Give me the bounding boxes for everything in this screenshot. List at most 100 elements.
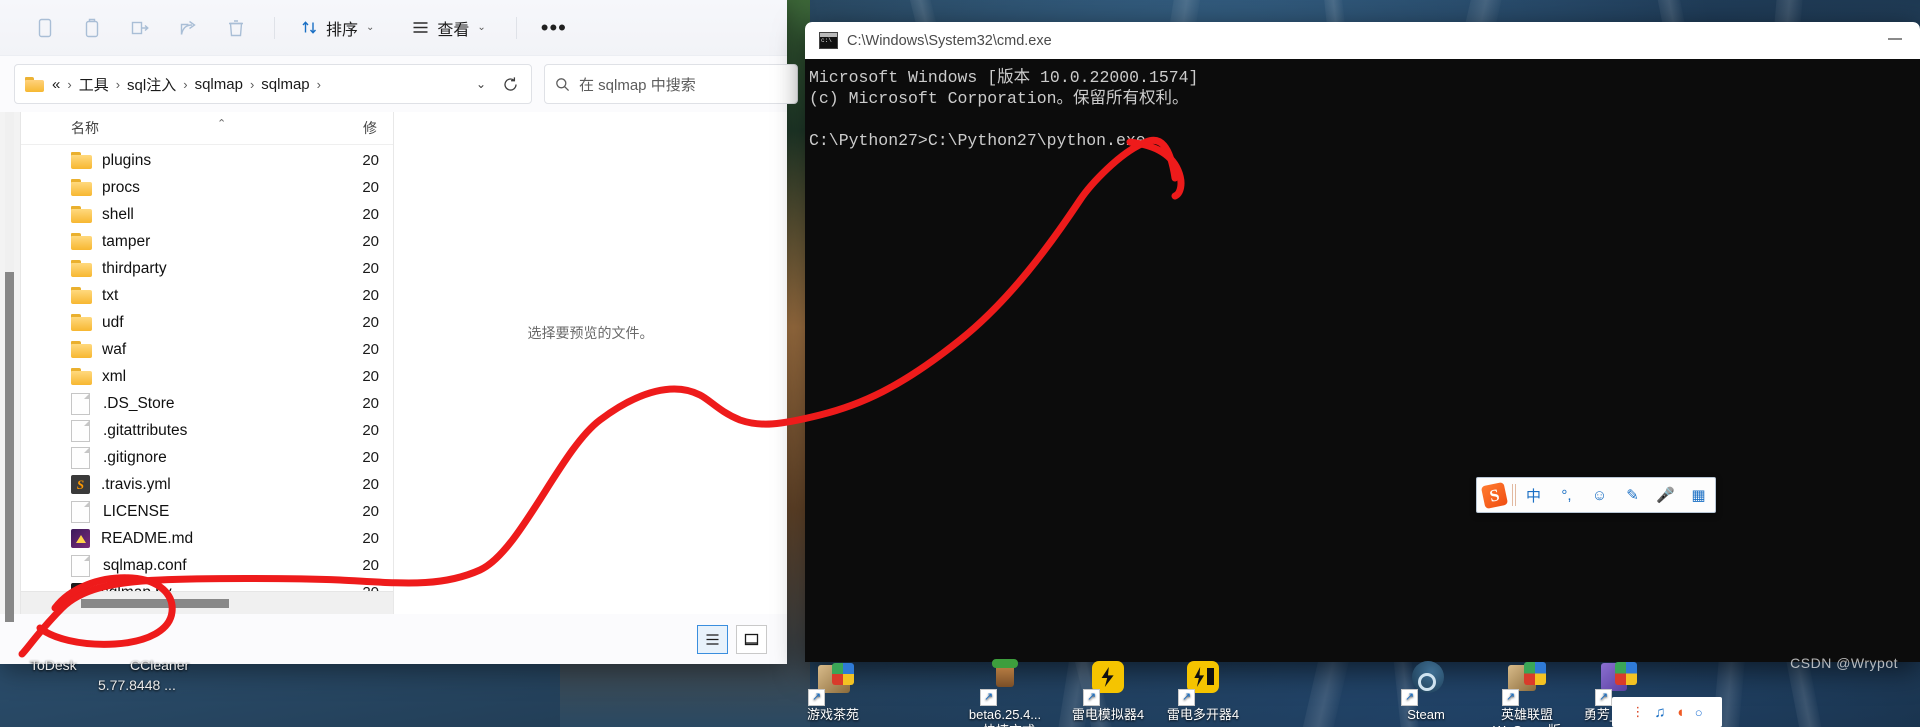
desktop-icon-beta[interactable]: ↗ beta6.25.4... - 快捷方式 [945, 659, 1065, 727]
refresh-icon[interactable] [496, 76, 525, 93]
file-list-header: 名称 ⌃ 修 [21, 112, 393, 145]
file-list-item[interactable]: JB sqlmap.py 20 [21, 579, 393, 591]
shortcut-arrow-icon: ↗ [1178, 689, 1195, 706]
desktop-icon-ldplayer[interactable]: ↗ 雷电模拟器4 [1060, 659, 1156, 723]
paste-icon[interactable] [70, 10, 114, 46]
file-list-item[interactable]: shell 20 [21, 201, 393, 228]
file-list-item[interactable]: sqlmap.conf 20 [21, 552, 393, 579]
file-name: sqlmap.conf [103, 556, 187, 574]
cmd-icon [819, 32, 838, 49]
file-list-item[interactable]: .DS_Store 20 [21, 390, 393, 417]
breadcrumb-separator: › [249, 76, 255, 92]
file-name: .travis.yml [101, 475, 171, 493]
chinese-mode-toggle[interactable]: 中 [1517, 485, 1550, 506]
file-modified-date: 20 [362, 584, 379, 591]
taskbar-tray-popup[interactable]: ⋮ ♫ ◖ ○ [1612, 697, 1722, 727]
tray-icon-4[interactable]: ○ [1695, 705, 1703, 720]
file-modified-date: 20 [362, 206, 379, 223]
file-icon [71, 419, 90, 442]
breadcrumb-item-2[interactable]: sqlmap [195, 76, 243, 93]
column-header-modified[interactable]: 修 [363, 118, 377, 138]
shortcut-arrow-icon: ↗ [1502, 689, 1519, 706]
file-list-item[interactable]: xml 20 [21, 363, 393, 390]
emoji-button[interactable]: ☺ [1583, 487, 1616, 504]
file-name: xml [102, 367, 127, 385]
scrollbar-thumb[interactable] [5, 272, 14, 622]
steam-icon: ↗ [1401, 659, 1449, 706]
desktop-icon-label: 游戏茶苑 [806, 707, 859, 722]
file-name: plugins [102, 151, 152, 169]
sort-button[interactable]: 排序 ⌄ [291, 10, 384, 46]
sogou-ime-toolbar[interactable]: S 中 °, ☺ ✎ 🎤 ▦ [1476, 477, 1716, 513]
rename-icon[interactable] [118, 10, 162, 46]
breadcrumb-item-3[interactable]: sqlmap [261, 76, 309, 93]
file-name: procs [102, 178, 140, 196]
file-icon [71, 500, 90, 523]
breadcrumb-item-0[interactable]: 工具 [79, 74, 109, 95]
cmd-console-output[interactable]: Microsoft Windows [版本 10.0.22000.1574] (… [805, 59, 1920, 662]
file-list-item[interactable]: plugins 20 [21, 147, 393, 174]
desktop-icon-steam[interactable]: ↗ Steam [1378, 659, 1474, 723]
tray-icon-2[interactable]: ♫ [1654, 704, 1665, 721]
file-name: tamper [102, 232, 151, 250]
folder-icon [71, 286, 93, 305]
desktop-icon-label: Steam [1407, 707, 1445, 722]
desktop-icon-lol-wegame[interactable]: ↗ 英雄联盟 WeGame版 [1472, 659, 1582, 727]
punctuation-toggle[interactable]: °, [1550, 487, 1583, 504]
game-teahouse-icon: ↗ [808, 659, 856, 706]
file-name: .DS_Store [103, 394, 175, 412]
more-options-button[interactable]: ••• [533, 10, 575, 46]
tray-icon-1[interactable]: ⋮ [1631, 704, 1644, 720]
file-icon [71, 392, 90, 415]
file-list-item[interactable]: tamper 20 [21, 228, 393, 255]
share-icon[interactable] [166, 10, 210, 46]
voice-input-button[interactable]: 🎤 [1649, 486, 1682, 504]
file-modified-date: 20 [362, 530, 379, 547]
desktop-icon-game-teahouse[interactable]: ↗ 游戏茶苑 [785, 659, 881, 723]
file-list-item[interactable]: S .travis.yml 20 [21, 471, 393, 498]
file-list-item[interactable]: waf 20 [21, 336, 393, 363]
file-list-item[interactable]: .gitattributes 20 [21, 417, 393, 444]
copy-icon[interactable] [22, 10, 66, 46]
chevron-down-icon: ⌄ [366, 22, 375, 33]
file-list-item[interactable]: txt 20 [21, 282, 393, 309]
view-button[interactable]: 查看 ⌄ [402, 10, 495, 46]
folder-icon [71, 151, 93, 170]
column-header-name[interactable]: 名称 [21, 118, 99, 138]
sort-ascending-icon: ⌃ [217, 118, 227, 130]
delete-icon[interactable] [214, 10, 258, 46]
toolbox-button[interactable]: ▦ [1682, 486, 1715, 504]
tray-icon-3[interactable]: ◖ [1676, 704, 1685, 721]
file-name: .gitignore [103, 448, 167, 466]
file-modified-date: 20 [362, 287, 379, 304]
file-modified-date: 20 [362, 341, 379, 358]
shortcut-arrow-icon: ↗ [1595, 689, 1612, 706]
file-list-item[interactable]: procs 20 [21, 174, 393, 201]
file-icon [71, 554, 90, 577]
toolbar-divider [274, 16, 275, 39]
navigation-pane-scrollbar[interactable] [0, 112, 21, 622]
desktop-icon-ldmultiplayer[interactable]: ↗ 雷电多开器4 [1155, 659, 1251, 723]
handwriting-button[interactable]: ✎ [1616, 486, 1649, 504]
breadcrumb-separator: › [183, 76, 188, 92]
file-list-item[interactable]: .gitignore 20 [21, 444, 393, 471]
chevron-down-icon[interactable]: ⌄ [466, 77, 496, 91]
file-list-item[interactable]: README.md 20 [21, 525, 393, 552]
file-list-item[interactable]: thirdparty 20 [21, 255, 393, 282]
file-name: shell [102, 205, 134, 223]
file-list-item[interactable]: udf 20 [21, 309, 393, 336]
minimize-icon[interactable] [1888, 38, 1902, 40]
ime-divider [1515, 484, 1516, 506]
horizontal-scrollbar[interactable] [21, 591, 393, 614]
scrollbar-thumb[interactable] [81, 598, 229, 608]
address-bar[interactable]: « › 工具 › sql注入 › sqlmap › sqlmap › ⌄ [14, 64, 532, 104]
file-list-pane: 名称 ⌃ 修 plugins 20 procs 20 shell 20 tamper 20th… [21, 112, 394, 614]
search-input[interactable]: 在 sqlmap 中搜索 [544, 64, 798, 104]
sogou-logo-icon[interactable]: S [1477, 479, 1511, 511]
file-modified-date: 20 [362, 422, 379, 439]
file-list-item[interactable]: LICENSE 20 [21, 498, 393, 525]
cmd-title-bar[interactable]: C:\Windows\System32\cmd.exe [805, 22, 1920, 59]
breadcrumb-item-1[interactable]: sql注入 [127, 74, 176, 95]
file-list[interactable]: plugins 20 procs 20 shell 20 tamper 20 thirdpart… [21, 145, 393, 591]
file-explorer-window: 排序 ⌄ 查看 ⌄ ••• « › 工具 › sql注入 › sqlmap › … [0, 0, 798, 664]
